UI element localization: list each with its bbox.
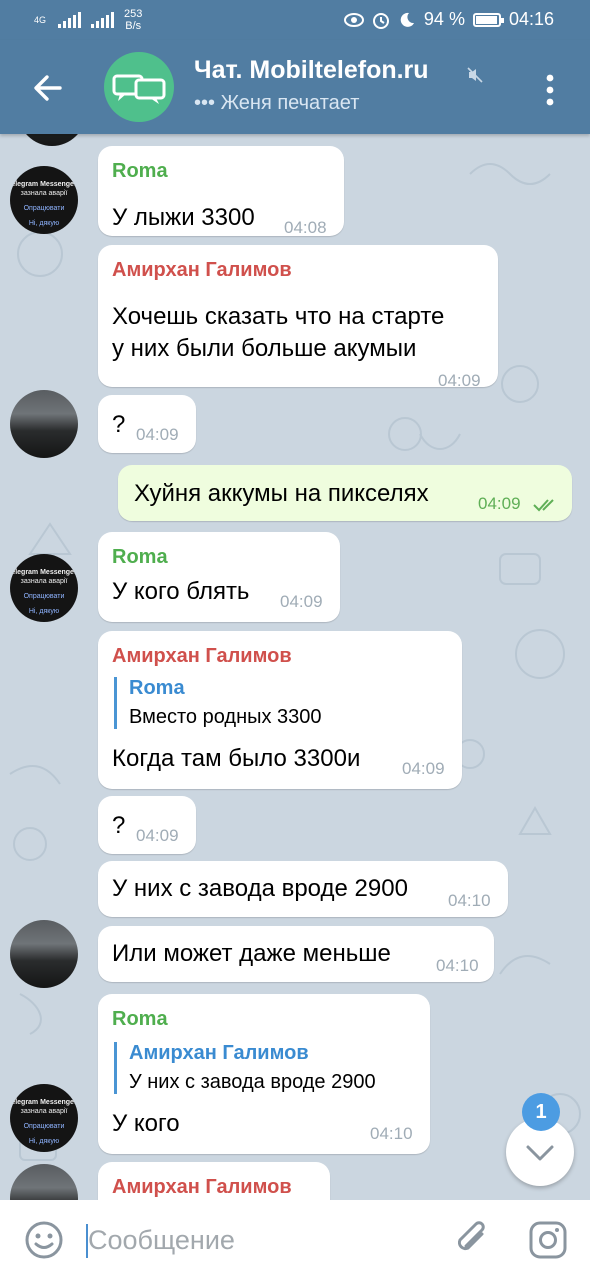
message-bubble[interactable]: Или может даже меньше 04:10 [98,926,494,982]
message-text: У кого [112,1110,180,1137]
unread-badge: 1 [522,1093,560,1131]
sender-name: Roma [112,546,168,568]
message-time: 04:08 [284,218,327,237]
outgoing-message-bubble[interactable]: Хуйня аккумы на пикселях 04:09 [118,465,572,521]
status-bar: 4G 253 B/s 94 % 04:16 [0,0,590,40]
network-type: 4G [34,14,47,25]
message-time: 04:09 [402,759,445,778]
signal-icon [58,12,82,28]
message-time: 04:09 [280,592,323,611]
message-list[interactable]: elegram Messenger зазнала аварії Опрацюва… [0,134,590,1200]
quote-sender: Амирхан Галимов [129,1042,309,1064]
quote-text: У них с завода вроде 2900 [129,1071,376,1093]
message-text: Или может даже меньше [112,940,391,967]
message-time: 04:09 [136,425,179,444]
battery-icon [472,12,504,27]
sender-name: Амирхан Галимов [112,645,292,667]
message-bubble[interactable]: Амирхан Галимов Roma Вместо родных 3300 … [98,631,462,789]
message-input[interactable]: Сообщение [88,1225,235,1256]
message-bubble[interactable]: ? 04:09 [98,796,196,854]
message-time: 04:10 [448,891,491,910]
message-text: У лыжи 3300 [112,204,255,231]
message-input-bar: Сообщение [0,1200,590,1280]
reply-quote[interactable]: Амирхан Галимов У них с завода вроде 290… [114,1042,376,1094]
alarm-icon [372,12,389,29]
emoji-icon[interactable] [24,1220,64,1260]
message-text: Хочешь сказать что на старте [112,303,445,330]
message-time: 04:10 [370,1124,413,1143]
message-bubble[interactable]: Амирхан Галимов Хочешь сказать что на ст… [98,245,498,390]
message-time: 04:10 [436,956,479,975]
avatar-amirkhan[interactable] [10,390,78,458]
message-text: У них с завода вроде 2900 [112,875,408,902]
message-time: 04:09 [478,494,521,513]
more-menu-icon[interactable] [544,70,556,110]
chat-bubbles-icon [112,74,166,104]
chat-title[interactable]: Чат. Mobiltelefon.ru [194,56,429,85]
message-text-line2: у них были больше акумыи [112,335,417,362]
message-bubble[interactable]: Roma У лыжи 3300 04:08 [98,146,344,237]
quote-sender: Roma [129,677,185,699]
sender-name: Амирхан Галимов [112,1176,292,1198]
sender-name: Roma [112,160,168,182]
quote-text: Вместо родных 3300 [129,706,322,728]
sender-name: Амирхан Галимов [112,259,292,281]
camera-icon[interactable] [528,1220,568,1260]
message-bubble[interactable]: Roma Амирхан Галимов У них с завода врод… [98,994,430,1154]
attach-icon[interactable] [452,1218,492,1262]
typing-status: ••• Женя печатает [194,92,360,114]
chat-avatar[interactable] [104,52,174,122]
avatar-amirkhan[interactable] [10,920,78,988]
message-bubble[interactable]: ? 04:09 [98,395,196,453]
message-text: Хуйня аккумы на пикселях [134,480,429,507]
message-text: ? [112,812,126,839]
avatar-roma[interactable]: elegram Messenger зазнала аварії Опрацюва… [10,166,78,234]
clock: 04:16 [508,9,554,29]
message-text: У кого блять [112,578,250,605]
message-bubble[interactable]: Амирхан Галимов [98,1162,330,1200]
muted-icon [467,67,483,83]
back-arrow-icon[interactable] [28,68,68,108]
message-time: 04:09 [136,826,179,845]
message-text: Когда там было 3300и [112,745,361,772]
reply-quote[interactable]: Roma Вместо родных 3300 [114,677,322,729]
message-text: ? [112,411,126,438]
dnd-icon [400,12,414,27]
chat-header: Чат. Mobiltelefon.ru ••• Женя печатает [0,40,590,134]
battery-percent: 94 % [423,9,465,29]
network-speed: 253 B/s [124,8,143,32]
eye-icon [343,12,364,27]
message-time: 04:09 [438,371,481,390]
sender-name: Roma [112,1008,168,1030]
read-checkmarks-icon [533,499,554,512]
message-bubble[interactable]: Roma У кого блять 04:09 [98,532,340,622]
signal-icon-2 [91,12,115,28]
avatar-roma[interactable]: elegram Messenger зазнала аварії Опрацюва… [10,554,78,622]
message-bubble[interactable]: У них с завода вроде 2900 04:10 [98,861,508,917]
avatar-roma[interactable]: elegram Messenger зазнала аварії Опрацюва… [10,1084,78,1152]
